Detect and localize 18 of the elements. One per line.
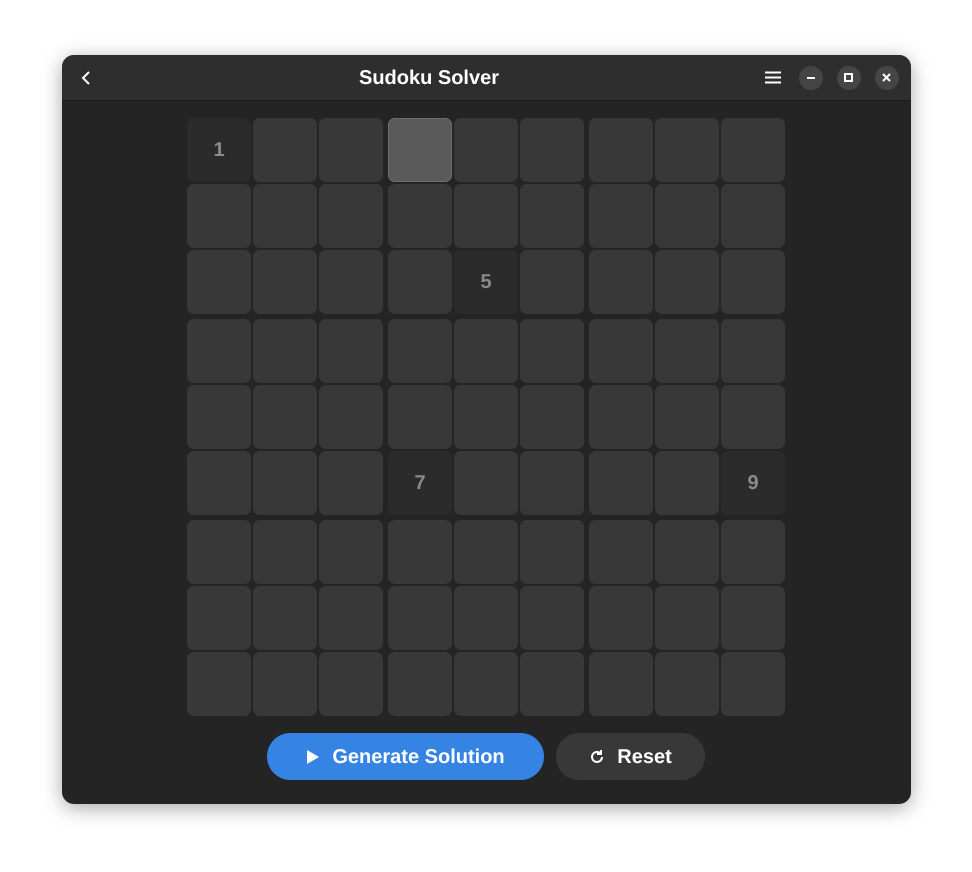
grid-cell[interactable]: 9 (721, 451, 785, 515)
maximize-icon (844, 73, 853, 82)
grid-cell[interactable] (388, 118, 452, 182)
back-icon (80, 70, 90, 86)
close-button[interactable] (874, 66, 898, 90)
reset-button[interactable]: Reset (556, 733, 705, 780)
generate-button[interactable]: Generate Solution (267, 733, 544, 780)
play-icon (306, 748, 320, 764)
grid-cell[interactable]: 5 (454, 250, 518, 314)
grid-cell[interactable]: 1 (187, 118, 251, 182)
refresh-icon (589, 748, 606, 764)
minimize-button[interactable] (798, 66, 822, 90)
maximize-button[interactable] (836, 66, 860, 90)
close-icon (882, 73, 891, 82)
menu-icon (764, 71, 780, 84)
grid-cell[interactable]: 7 (388, 451, 452, 515)
window-title: Sudoku Solver (358, 66, 500, 90)
minimize-icon (806, 76, 814, 78)
